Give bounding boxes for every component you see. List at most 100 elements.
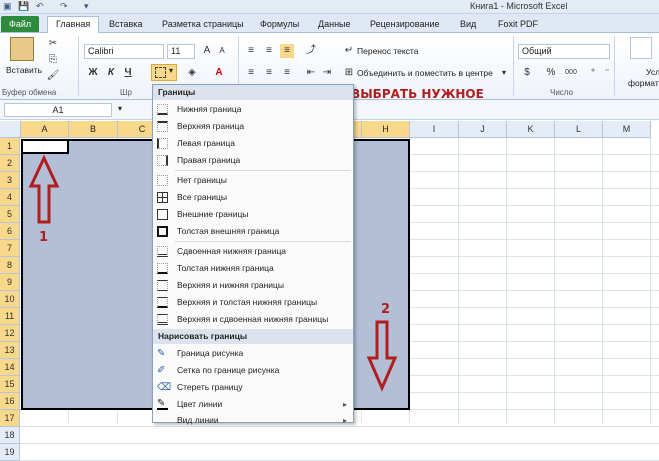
shrink-font-icon[interactable]: A: [215, 44, 229, 58]
row-header-2[interactable]: 2: [0, 155, 20, 172]
menu-item-all-borders[interactable]: Все границы: [153, 189, 353, 206]
tab-file[interactable]: Файл: [1, 16, 40, 32]
merge-center-icon[interactable]: ⊞: [342, 66, 356, 80]
align-left-icon[interactable]: ≡: [244, 66, 258, 80]
menu-item-right-border[interactable]: Правая граница: [153, 152, 353, 169]
select-all-corner[interactable]: [0, 121, 21, 138]
grow-font-icon[interactable]: A: [200, 44, 214, 58]
row-header-5[interactable]: 5: [0, 206, 20, 223]
tab-insert[interactable]: Вставка: [105, 17, 146, 33]
font-name-select[interactable]: Calibri: [84, 44, 164, 59]
row-header-4[interactable]: 4: [0, 189, 20, 206]
menu-item-draw-border[interactable]: ✎ Граница рисунка: [153, 345, 353, 362]
row-header-6[interactable]: 6: [0, 223, 20, 240]
undo-icon[interactable]: ↶: [36, 1, 44, 12]
conditional-format-label-2[interactable]: формат: [628, 78, 659, 88]
row-header-19[interactable]: 19: [0, 444, 20, 461]
menu-item-no-border[interactable]: Нет границы: [153, 172, 353, 189]
row-header-7[interactable]: 7: [0, 240, 20, 257]
column-header-a[interactable]: A: [21, 121, 69, 138]
row-header-1[interactable]: 1: [0, 138, 20, 155]
borders-button[interactable]: ▾: [151, 64, 177, 81]
menu-item-top-double-bottom-border[interactable]: Верхняя и сдвоенная нижняя границы: [153, 311, 353, 328]
row-header-15[interactable]: 15: [0, 376, 20, 393]
menu-item-line-color[interactable]: ✎ Цвет линии ▸: [153, 396, 353, 413]
paste-button[interactable]: Вставить: [6, 65, 42, 75]
column-header-h[interactable]: H: [362, 121, 410, 138]
menu-item-left-border[interactable]: Левая граница: [153, 135, 353, 152]
name-box-dropdown-icon[interactable]: ▾: [118, 104, 122, 113]
menu-item-draw-border-grid[interactable]: ✐ Сетка по границе рисунка: [153, 362, 353, 379]
row-header-11[interactable]: 11: [0, 308, 20, 325]
merge-center-button[interactable]: Объединить и поместить в центре: [357, 68, 493, 78]
increase-decimal-icon[interactable]: ⁺: [586, 66, 600, 80]
row-header-12[interactable]: 12: [0, 325, 20, 342]
menu-item-erase-border[interactable]: ⌫ Стереть границу: [153, 379, 353, 396]
decrease-decimal-icon[interactable]: ⁻: [600, 66, 614, 80]
redo-icon[interactable]: ↷: [60, 1, 68, 12]
align-top-icon[interactable]: ≡: [244, 44, 258, 58]
row-header-17[interactable]: 17: [0, 410, 20, 427]
column-header-b[interactable]: B: [69, 121, 118, 138]
currency-icon[interactable]: $: [520, 66, 534, 80]
font-color-icon[interactable]: A: [212, 66, 226, 80]
thousands-button[interactable]: 000: [562, 66, 580, 80]
row-header-10[interactable]: 10: [0, 291, 20, 308]
column-header-m[interactable]: M: [603, 121, 651, 138]
row-header-8[interactable]: 8: [0, 257, 20, 274]
wrap-text-button[interactable]: Перенос текста: [357, 46, 418, 56]
column-header-k[interactable]: K: [507, 121, 555, 138]
italic-button[interactable]: К: [104, 66, 118, 80]
tab-foxit-pdf[interactable]: Foxit PDF: [494, 17, 542, 33]
column-header-i[interactable]: I: [410, 121, 459, 138]
row-header-14[interactable]: 14: [0, 359, 20, 376]
align-middle-icon[interactable]: ≡: [262, 44, 276, 58]
paste-icon[interactable]: [10, 37, 34, 61]
menu-item-double-bottom-border[interactable]: Сдвоенная нижняя граница: [153, 243, 353, 260]
menu-item-bottom-border[interactable]: Нижняя граница: [153, 101, 353, 118]
align-right-icon[interactable]: ≡: [280, 66, 294, 80]
conditional-format-label[interactable]: Усл: [646, 67, 659, 77]
menu-item-top-thick-bottom-border[interactable]: Верхняя и толстая нижняя границы: [153, 294, 353, 311]
align-bottom-icon[interactable]: ≡: [280, 44, 294, 58]
number-format-select[interactable]: Общий: [518, 44, 610, 59]
cut-icon[interactable]: ✂: [46, 37, 60, 51]
row-header-13[interactable]: 13: [0, 342, 20, 359]
menu-item-top-border[interactable]: Верхняя граница: [153, 118, 353, 135]
bold-button[interactable]: Ж: [86, 66, 100, 80]
align-center-icon[interactable]: ≡: [262, 66, 276, 80]
column-header-l[interactable]: L: [555, 121, 603, 138]
fill-color-icon[interactable]: ◈: [185, 66, 199, 80]
copy-icon[interactable]: ⎘: [46, 53, 60, 67]
quick-access-dropdown-icon[interactable]: ▾: [84, 1, 89, 12]
orientation-icon[interactable]: ⤴: [304, 44, 318, 58]
wrap-text-icon[interactable]: ↵: [342, 44, 356, 58]
menu-item-thick-outside-border[interactable]: Толстая внешняя граница: [153, 223, 353, 240]
decrease-indent-icon[interactable]: ⇤: [304, 66, 318, 80]
increase-indent-icon[interactable]: ⇥: [320, 66, 334, 80]
row-header-18[interactable]: 18: [0, 427, 20, 444]
underline-button[interactable]: Ч: [121, 66, 135, 80]
menu-item-outside-borders[interactable]: Внешние границы: [153, 206, 353, 223]
row-header-3[interactable]: 3: [0, 172, 20, 189]
active-cell[interactable]: [21, 139, 69, 154]
merge-dropdown-icon[interactable]: ▾: [502, 68, 506, 77]
menu-item-top-bottom-border[interactable]: Верхняя и нижняя границы: [153, 277, 353, 294]
tab-review[interactable]: Рецензирование: [366, 17, 444, 33]
font-size-select[interactable]: 11: [167, 44, 195, 59]
format-painter-icon[interactable]: 🖌: [46, 69, 60, 83]
conditional-format-icon[interactable]: [630, 37, 652, 59]
tab-home[interactable]: Главная: [47, 16, 100, 34]
name-box[interactable]: A1: [4, 103, 112, 117]
save-icon[interactable]: 💾: [18, 1, 29, 12]
tab-data[interactable]: Данные: [314, 17, 355, 33]
percent-button[interactable]: %: [544, 66, 558, 80]
menu-item-thick-bottom-border[interactable]: Толстая нижняя граница: [153, 260, 353, 277]
column-header-j[interactable]: J: [459, 121, 507, 138]
row-header-9[interactable]: 9: [0, 274, 20, 291]
menu-item-line-style[interactable]: Вид линии ▸: [153, 412, 353, 429]
row-header-16[interactable]: 16: [0, 393, 20, 410]
tab-page-layout[interactable]: Разметка страницы: [158, 17, 248, 33]
tab-view[interactable]: Вид: [456, 17, 480, 33]
tab-formulas[interactable]: Формулы: [256, 17, 303, 33]
